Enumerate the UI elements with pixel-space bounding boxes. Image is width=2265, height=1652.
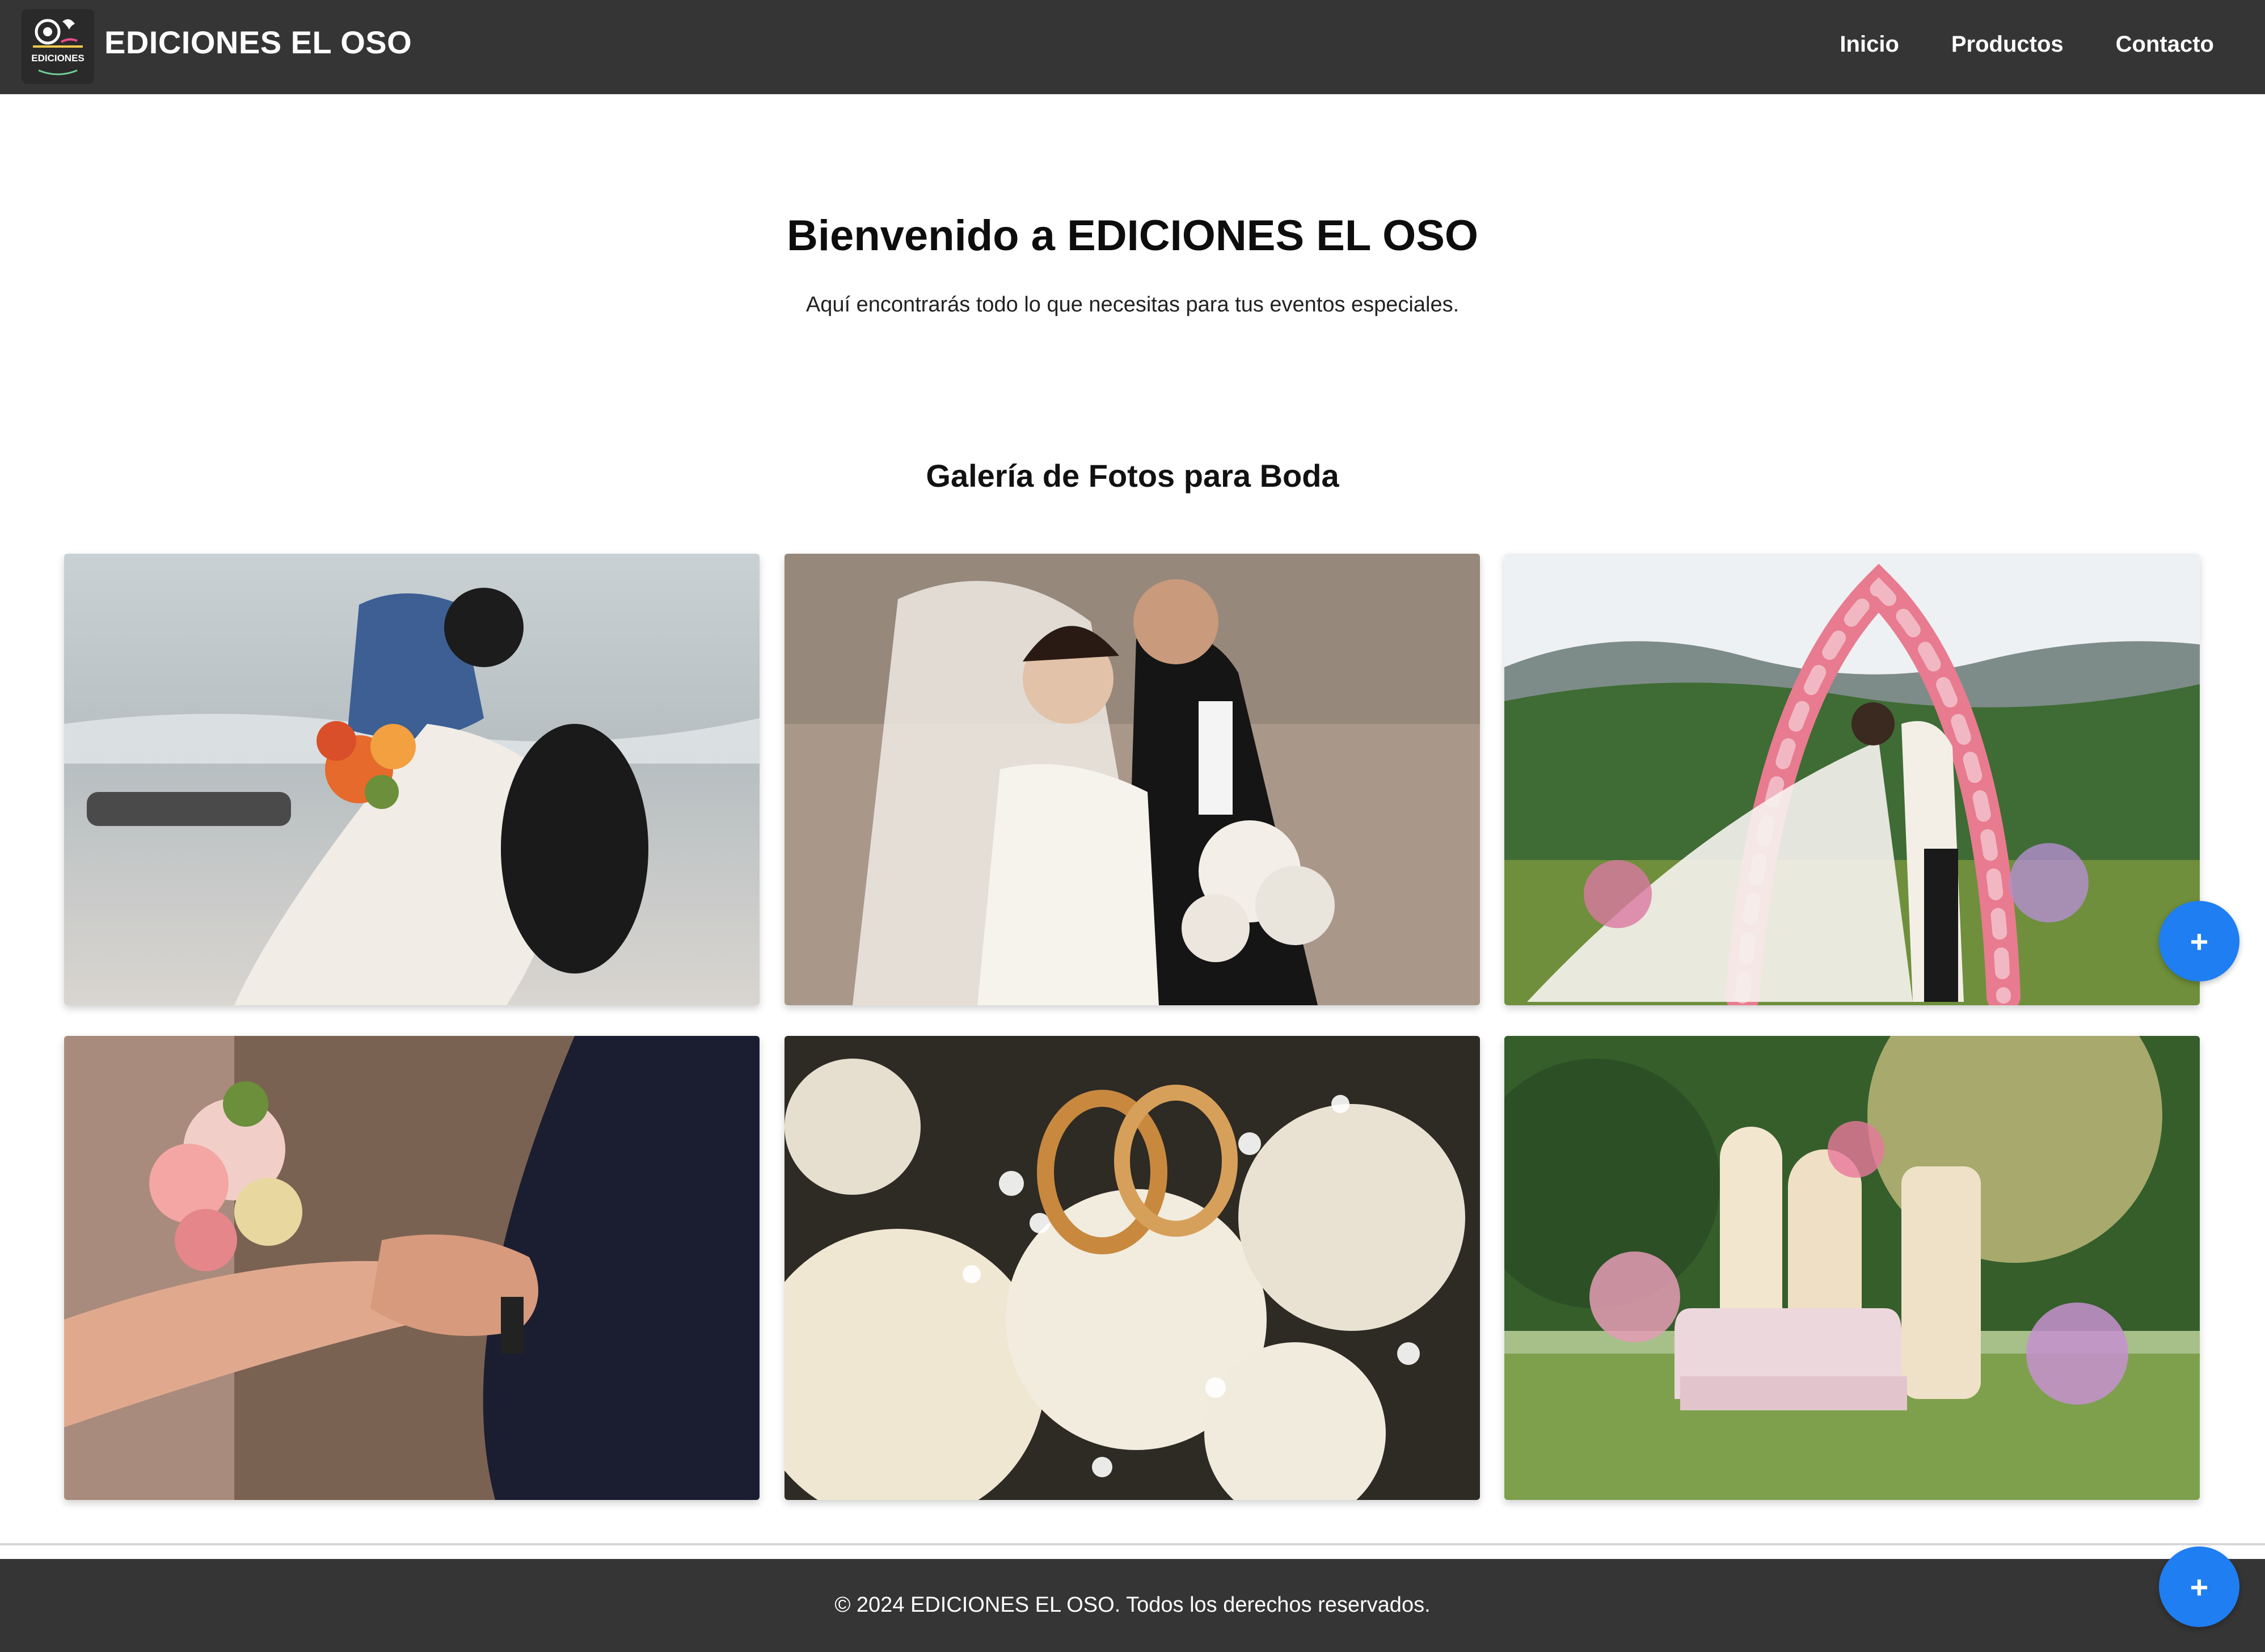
footer-copyright: © 2024 EDICIONES EL OSO. Todos los derec… — [834, 1593, 1431, 1617]
floating-add-button[interactable]: + — [2159, 901, 2239, 981]
plus-icon: + — [2190, 923, 2209, 959]
hero-subtitle: Aquí encontrarás todo lo que necesitas p… — [805, 293, 1460, 317]
nav-link-inicio[interactable]: Inicio — [1840, 32, 1899, 57]
hero-title: Bienvenido a EDICIONES EL OSO — [786, 212, 1479, 260]
page-footer: © 2024 EDICIONES EL OSO. Todos los derec… — [0, 1559, 2265, 1652]
nav-link-productos[interactable]: Productos — [1951, 32, 2064, 57]
main-nav: Inicio Productos Contacto — [1840, 32, 2214, 57]
plus-icon: + — [2190, 1569, 2209, 1605]
logo-text: EDICIONES — [31, 53, 85, 64]
holding-hands-photo[interactable] — [64, 1036, 760, 1500]
floating-add-button-footer[interactable]: + — [2159, 1546, 2239, 1627]
lounge-setup-photo[interactable] — [1504, 1036, 2200, 1500]
beach-kiss-photo[interactable] — [64, 554, 760, 1005]
page: EDICIONES EDICIONES EL OSO Inicio Produc… — [0, 0, 2265, 1652]
footer-divider — [0, 1543, 2265, 1545]
gallery-title: Galería de Fotos para Boda — [926, 458, 1339, 494]
nav-link-contacto[interactable]: Contacto — [2116, 32, 2214, 57]
veil-couple-photo[interactable] — [784, 554, 1480, 1005]
top-navbar: EDICIONES EDICIONES EL OSO Inicio Produc… — [0, 0, 2265, 94]
flower-arch-photo[interactable] — [1504, 554, 2200, 1005]
brand-title[interactable]: EDICIONES EL OSO — [104, 24, 412, 61]
wedding-rings-photo[interactable] — [784, 1036, 1480, 1500]
brand-logo[interactable]: EDICIONES — [22, 9, 94, 84]
